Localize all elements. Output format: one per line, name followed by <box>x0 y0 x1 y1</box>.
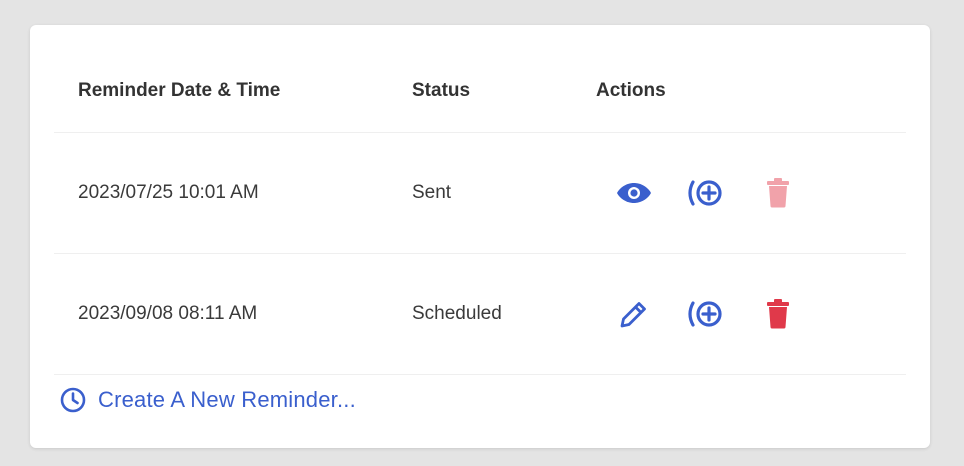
reminder-datetime: 2023/09/08 08:11 AM <box>78 303 258 324</box>
add-broadcast-icon <box>688 301 722 327</box>
table-header-row: Reminder Date & Time Status Actions <box>54 25 906 133</box>
delete-button[interactable] <box>758 294 798 334</box>
reminders-card: Reminder Date & Time Status Actions 2023… <box>30 25 930 448</box>
header-status: Status <box>412 79 471 101</box>
table-row: 2023/09/08 08:11 AM Scheduled <box>54 254 906 375</box>
trash-icon <box>767 299 789 329</box>
reminders-table: Reminder Date & Time Status Actions 2023… <box>54 25 906 375</box>
row-actions <box>614 173 798 213</box>
create-reminder-link[interactable]: Create A New Reminder... <box>60 387 356 413</box>
header-actions: Actions <box>596 79 666 101</box>
edit-button[interactable] <box>614 294 654 334</box>
eye-icon <box>617 183 651 203</box>
add-reminder-button[interactable] <box>686 173 726 213</box>
reminder-datetime: 2023/07/25 10:01 AM <box>78 182 259 203</box>
trash-icon <box>767 178 789 208</box>
reminder-status: Sent <box>412 182 452 203</box>
reminder-status: Scheduled <box>412 303 502 324</box>
table-row: 2023/07/25 10:01 AM Sent <box>54 133 906 254</box>
clock-icon <box>60 387 86 413</box>
pencil-icon <box>620 302 646 328</box>
row-actions <box>614 294 798 334</box>
view-button[interactable] <box>614 173 654 213</box>
add-broadcast-icon <box>688 180 722 206</box>
header-date: Reminder Date & Time <box>78 79 281 101</box>
add-reminder-button[interactable] <box>686 294 726 334</box>
delete-button-disabled <box>758 173 798 213</box>
create-reminder-label: Create A New Reminder... <box>98 387 356 412</box>
